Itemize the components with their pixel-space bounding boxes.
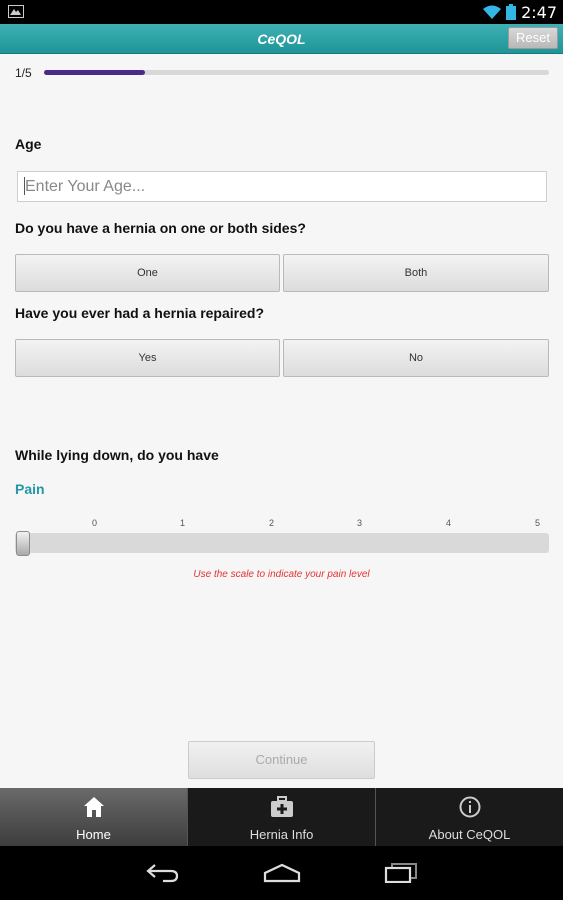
tab-hernia-info[interactable]: Hernia Info	[188, 788, 376, 846]
hernia-sides-question: Do you have a hernia on one or both side…	[15, 220, 306, 236]
tab-home-label: Home	[76, 827, 111, 842]
age-label: Age	[15, 136, 42, 152]
wifi-icon	[483, 5, 502, 19]
questionnaire-content: 1/5 Age Do you have a hernia on one or b…	[0, 55, 563, 788]
yes-button[interactable]: Yes	[15, 339, 280, 377]
status-bar: 2:47	[0, 0, 563, 24]
tab-bar: Home Hernia Info About CeQOL	[0, 788, 563, 846]
action-bar: CeQOL Reset	[0, 24, 563, 54]
system-nav-bar	[0, 846, 563, 900]
pain-label: Pain	[15, 481, 45, 497]
text-cursor	[24, 177, 25, 195]
pain-slider-track[interactable]	[15, 533, 549, 553]
progress-label: 1/5	[15, 66, 32, 80]
tab-hernia-info-label: Hernia Info	[249, 827, 314, 842]
back-icon[interactable]	[145, 863, 179, 883]
continue-button[interactable]: Continue	[188, 741, 375, 779]
tab-about-label: About CeQOL	[428, 827, 511, 842]
status-time: 2:47	[521, 2, 557, 22]
scale-tick-0: 0	[92, 518, 98, 528]
home-nav-icon[interactable]	[263, 863, 301, 883]
scale-tick-3: 3	[357, 518, 363, 528]
notification-image-icon	[8, 5, 24, 18]
pain-slider-thumb[interactable]	[16, 531, 30, 556]
recent-apps-icon[interactable]	[384, 863, 418, 883]
scale-tick-1: 1	[180, 518, 186, 528]
reset-button[interactable]: Reset	[508, 27, 558, 49]
progress-bar	[44, 70, 549, 75]
medical-kit-icon	[270, 796, 293, 817]
scale-tick-2: 2	[269, 518, 275, 528]
progress-fill	[44, 70, 145, 75]
both-button[interactable]: Both	[283, 254, 549, 292]
scale-tick-5: 5	[535, 518, 541, 528]
hernia-repaired-question: Have you ever had a hernia repaired?	[15, 305, 264, 321]
pain-scale-hint: Use the scale to indicate your pain leve…	[193, 569, 370, 580]
battery-icon	[506, 4, 517, 20]
info-icon	[459, 796, 480, 818]
age-input[interactable]	[17, 171, 547, 202]
tab-home[interactable]: Home	[0, 788, 188, 846]
one-button[interactable]: One	[15, 254, 280, 292]
no-button[interactable]: No	[283, 339, 549, 377]
tab-about[interactable]: About CeQOL	[376, 788, 563, 846]
app-title: CeQOL	[257, 31, 306, 47]
lying-down-question: While lying down, do you have	[15, 447, 219, 463]
scale-tick-4: 4	[446, 518, 452, 528]
home-icon	[83, 797, 104, 817]
